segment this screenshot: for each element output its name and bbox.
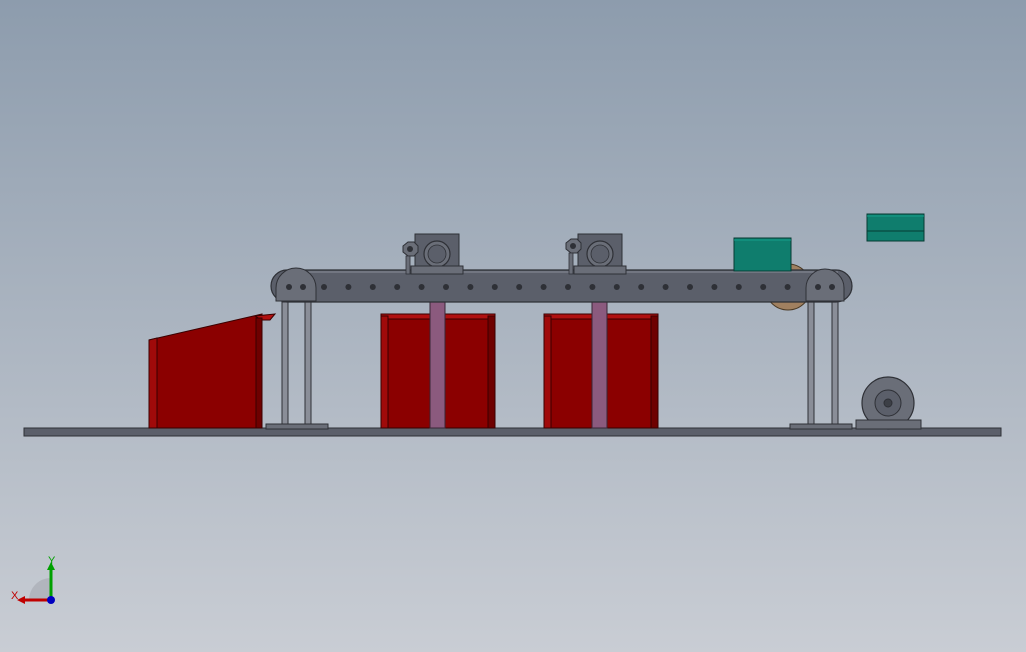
viewport-background — [0, 0, 1026, 652]
belt-hole — [687, 284, 693, 290]
conveyor-assembly-model[interactable] — [0, 0, 1026, 652]
teal-package-on-belt[interactable] — [733, 237, 792, 272]
coordinate-triad[interactable]: Y X — [8, 552, 68, 612]
belt-hole — [394, 284, 401, 290]
z-axis-dot — [47, 596, 55, 604]
belt-hole — [443, 284, 449, 290]
belt-hole — [491, 284, 498, 290]
belt-hole — [565, 284, 571, 290]
belt-hole — [711, 284, 718, 290]
belt-hole — [467, 284, 474, 290]
belt-hole — [784, 284, 791, 290]
belt-hole — [760, 284, 767, 290]
belt-hole — [540, 284, 547, 290]
belt-hole — [345, 284, 352, 290]
right-end-pulley[interactable] — [805, 268, 845, 302]
belt-hole — [369, 284, 376, 290]
belt-hole — [662, 284, 669, 290]
triad-view-cube-icon — [29, 578, 51, 600]
belt-hole — [589, 284, 596, 290]
belt-hole — [321, 284, 327, 290]
cad-graphics-viewport[interactable]: Y X — [0, 0, 1026, 652]
belt-hole — [516, 284, 523, 290]
belt-hole — [638, 284, 645, 290]
y-axis-label: Y — [48, 555, 56, 567]
belt-hole — [613, 284, 620, 290]
belt-hole — [418, 284, 425, 290]
teal-package-floating[interactable] — [866, 213, 925, 242]
base-plate[interactable] — [23, 427, 1002, 437]
x-axis-label: X — [11, 590, 19, 602]
belt-hole — [735, 284, 742, 290]
conveyor-belt[interactable] — [270, 269, 853, 303]
